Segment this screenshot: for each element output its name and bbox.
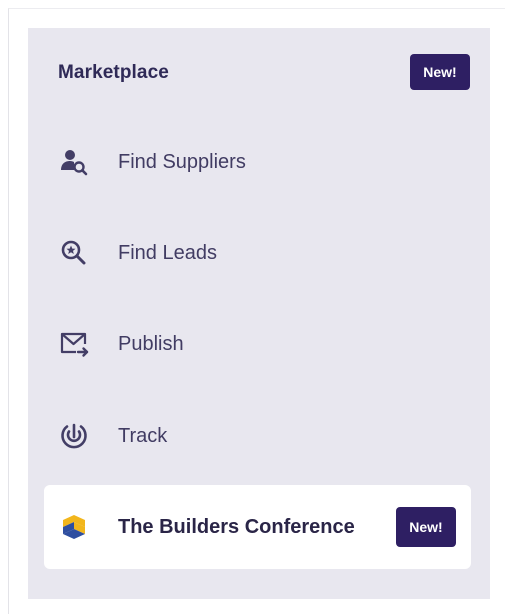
marketplace-panel: Marketplace New! Find Suppliers Find Lea… bbox=[28, 28, 490, 599]
find-leads-icon bbox=[58, 237, 90, 269]
find-suppliers-icon bbox=[58, 146, 90, 178]
new-badge: New! bbox=[396, 507, 456, 547]
section-title: Marketplace bbox=[58, 62, 169, 83]
new-badge: New! bbox=[410, 54, 470, 90]
sidebar-item-find-suppliers[interactable]: Find Suppliers bbox=[44, 120, 471, 204]
sidebar-item-label: The Builders Conference bbox=[118, 516, 355, 538]
track-icon bbox=[58, 420, 90, 452]
marketplace-header: Marketplace New! bbox=[28, 28, 490, 118]
sidebar-item-label: Find Leads bbox=[118, 242, 217, 264]
sidebar-item-track[interactable]: Track bbox=[44, 394, 471, 478]
sidebar-item-label: Find Suppliers bbox=[118, 151, 246, 173]
sidebar-item-label: Track bbox=[118, 425, 168, 447]
publish-icon bbox=[58, 328, 90, 360]
sidebar-item-builders-conference[interactable]: The Builders Conference New! bbox=[44, 485, 471, 569]
sidebar-item-find-leads[interactable]: Find Leads bbox=[44, 211, 471, 295]
builders-conference-logo-icon bbox=[58, 511, 90, 543]
sidebar-item-publish[interactable]: Publish bbox=[44, 302, 471, 386]
sidebar-item-label: Publish bbox=[118, 333, 184, 355]
